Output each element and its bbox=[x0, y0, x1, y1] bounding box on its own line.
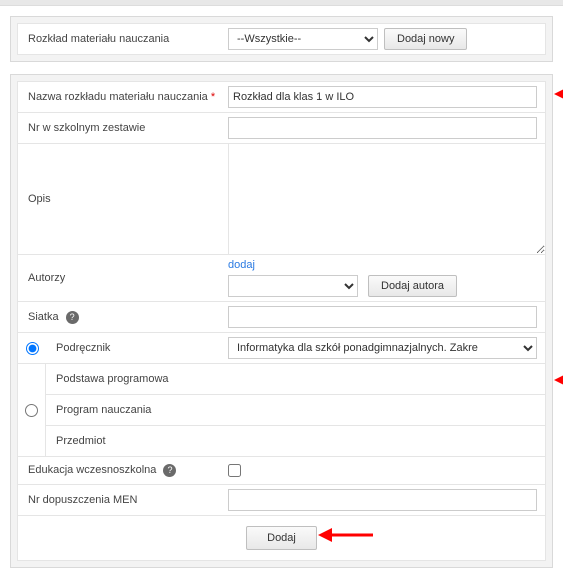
grid-input[interactable] bbox=[228, 306, 537, 328]
help-icon[interactable]: ? bbox=[66, 311, 79, 324]
early-education-label: Edukacja wczesnoszkolna ? bbox=[18, 457, 228, 484]
name-input[interactable] bbox=[228, 86, 537, 108]
set-number-input[interactable] bbox=[228, 117, 537, 139]
filter-label: Rozkład materiału nauczania bbox=[18, 26, 228, 52]
form-panel: Nazwa rozkładu materiału nauczania * Nr … bbox=[10, 74, 553, 568]
grid-label: Siatka ? bbox=[18, 304, 228, 331]
source-textbook-radio[interactable] bbox=[26, 342, 39, 355]
annotation-arrow-icon bbox=[554, 81, 563, 110]
authors-select[interactable] bbox=[228, 275, 358, 297]
authors-label: Autorzy bbox=[18, 265, 228, 291]
add-new-button[interactable]: Dodaj nowy bbox=[384, 28, 467, 50]
annotation-arrow-icon bbox=[318, 522, 378, 551]
required-mark: * bbox=[211, 91, 215, 103]
description-label: Opis bbox=[18, 144, 228, 254]
early-education-checkbox[interactable] bbox=[228, 464, 241, 477]
subject-label: Przedmiot bbox=[46, 426, 545, 456]
textbook-select[interactable]: Informatyka dla szkół ponadgimnazjalnych… bbox=[228, 337, 537, 359]
name-label: Nazwa rozkładu materiału nauczania * bbox=[18, 84, 228, 110]
filter-select[interactable]: --Wszystkie-- bbox=[228, 28, 378, 50]
authors-add-link[interactable]: dodaj bbox=[228, 259, 537, 271]
submit-button[interactable]: Dodaj bbox=[246, 526, 317, 550]
textbook-label: Podręcznik bbox=[46, 335, 228, 361]
teaching-program-label: Program nauczania bbox=[46, 395, 545, 425]
filter-panel: Rozkład materiału nauczania --Wszystkie-… bbox=[10, 16, 553, 62]
source-other-radio[interactable] bbox=[25, 404, 38, 417]
core-curriculum-label: Podstawa programowa bbox=[46, 364, 545, 394]
add-author-button[interactable]: Dodaj autora bbox=[368, 275, 457, 297]
description-textarea[interactable] bbox=[228, 144, 545, 254]
set-number-label: Nr w szkolnym zestawie bbox=[18, 115, 228, 141]
help-icon[interactable]: ? bbox=[163, 464, 176, 477]
window-topbar bbox=[0, 0, 563, 6]
men-approval-input[interactable] bbox=[228, 489, 537, 511]
men-approval-label: Nr dopuszczenia MEN bbox=[18, 487, 228, 513]
annotation-arrow-icon bbox=[554, 367, 563, 396]
